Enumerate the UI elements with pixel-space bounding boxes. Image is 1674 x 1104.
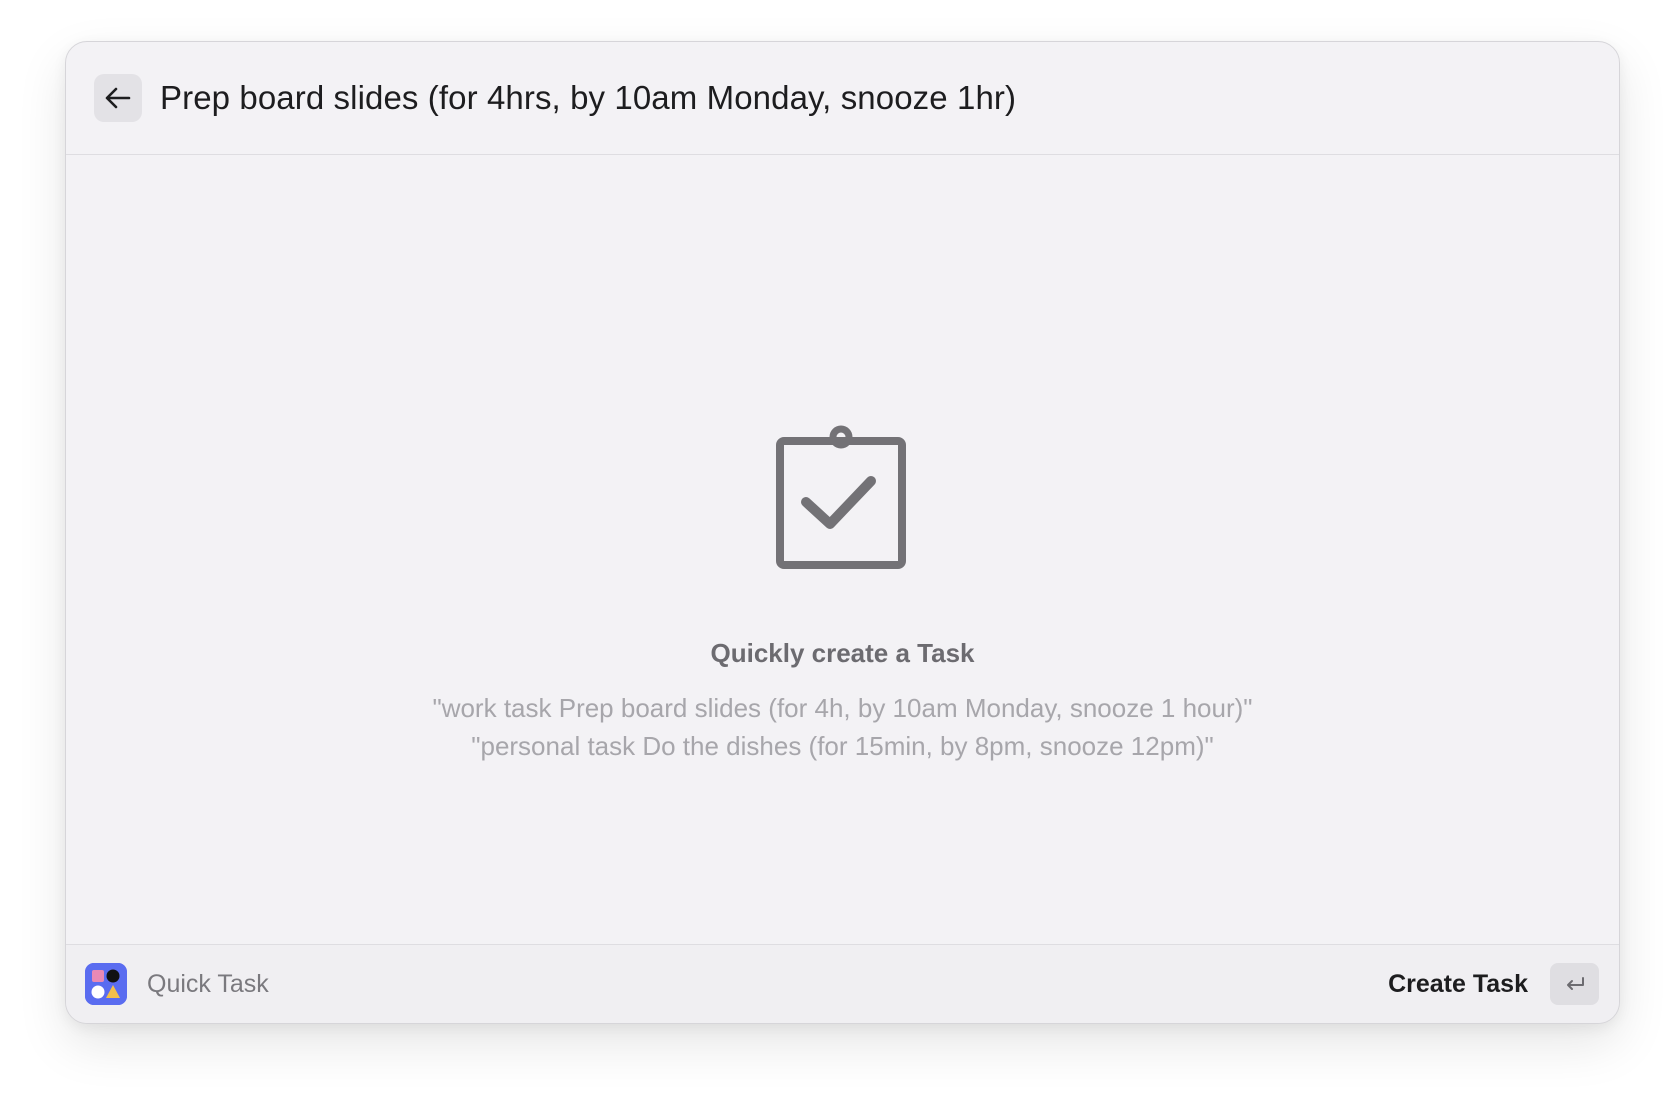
- example-list: "work task Prep board slides (for 4h, by…: [66, 689, 1619, 765]
- empty-state: Quickly create a Task "work task Prep bo…: [66, 154, 1619, 986]
- app-name: Quick Task: [147, 969, 269, 998]
- empty-state-title: Quickly create a Task: [710, 638, 975, 668]
- arrow-left-icon: [105, 87, 131, 109]
- action-bar: Quick Task Create Task: [66, 944, 1619, 1023]
- app-logo-icon: [85, 963, 127, 1005]
- quick-task-window: Prep board slides (for 4hrs, by 10am Mon…: [65, 41, 1620, 1024]
- create-task-button[interactable]: Create Task: [1388, 970, 1528, 999]
- return-key-icon[interactable]: [1550, 963, 1599, 1005]
- search-input[interactable]: Prep board slides (for 4hrs, by 10am Mon…: [160, 79, 1016, 117]
- app-icon: [85, 963, 127, 1005]
- back-button[interactable]: [94, 74, 142, 122]
- clipboard-check-icon: [776, 425, 906, 569]
- example-personal-task: "personal task Do the dishes (for 15min,…: [471, 731, 1214, 761]
- search-bar: Prep board slides (for 4hrs, by 10am Mon…: [66, 42, 1619, 155]
- example-work-task: "work task Prep board slides (for 4h, by…: [432, 693, 1253, 723]
